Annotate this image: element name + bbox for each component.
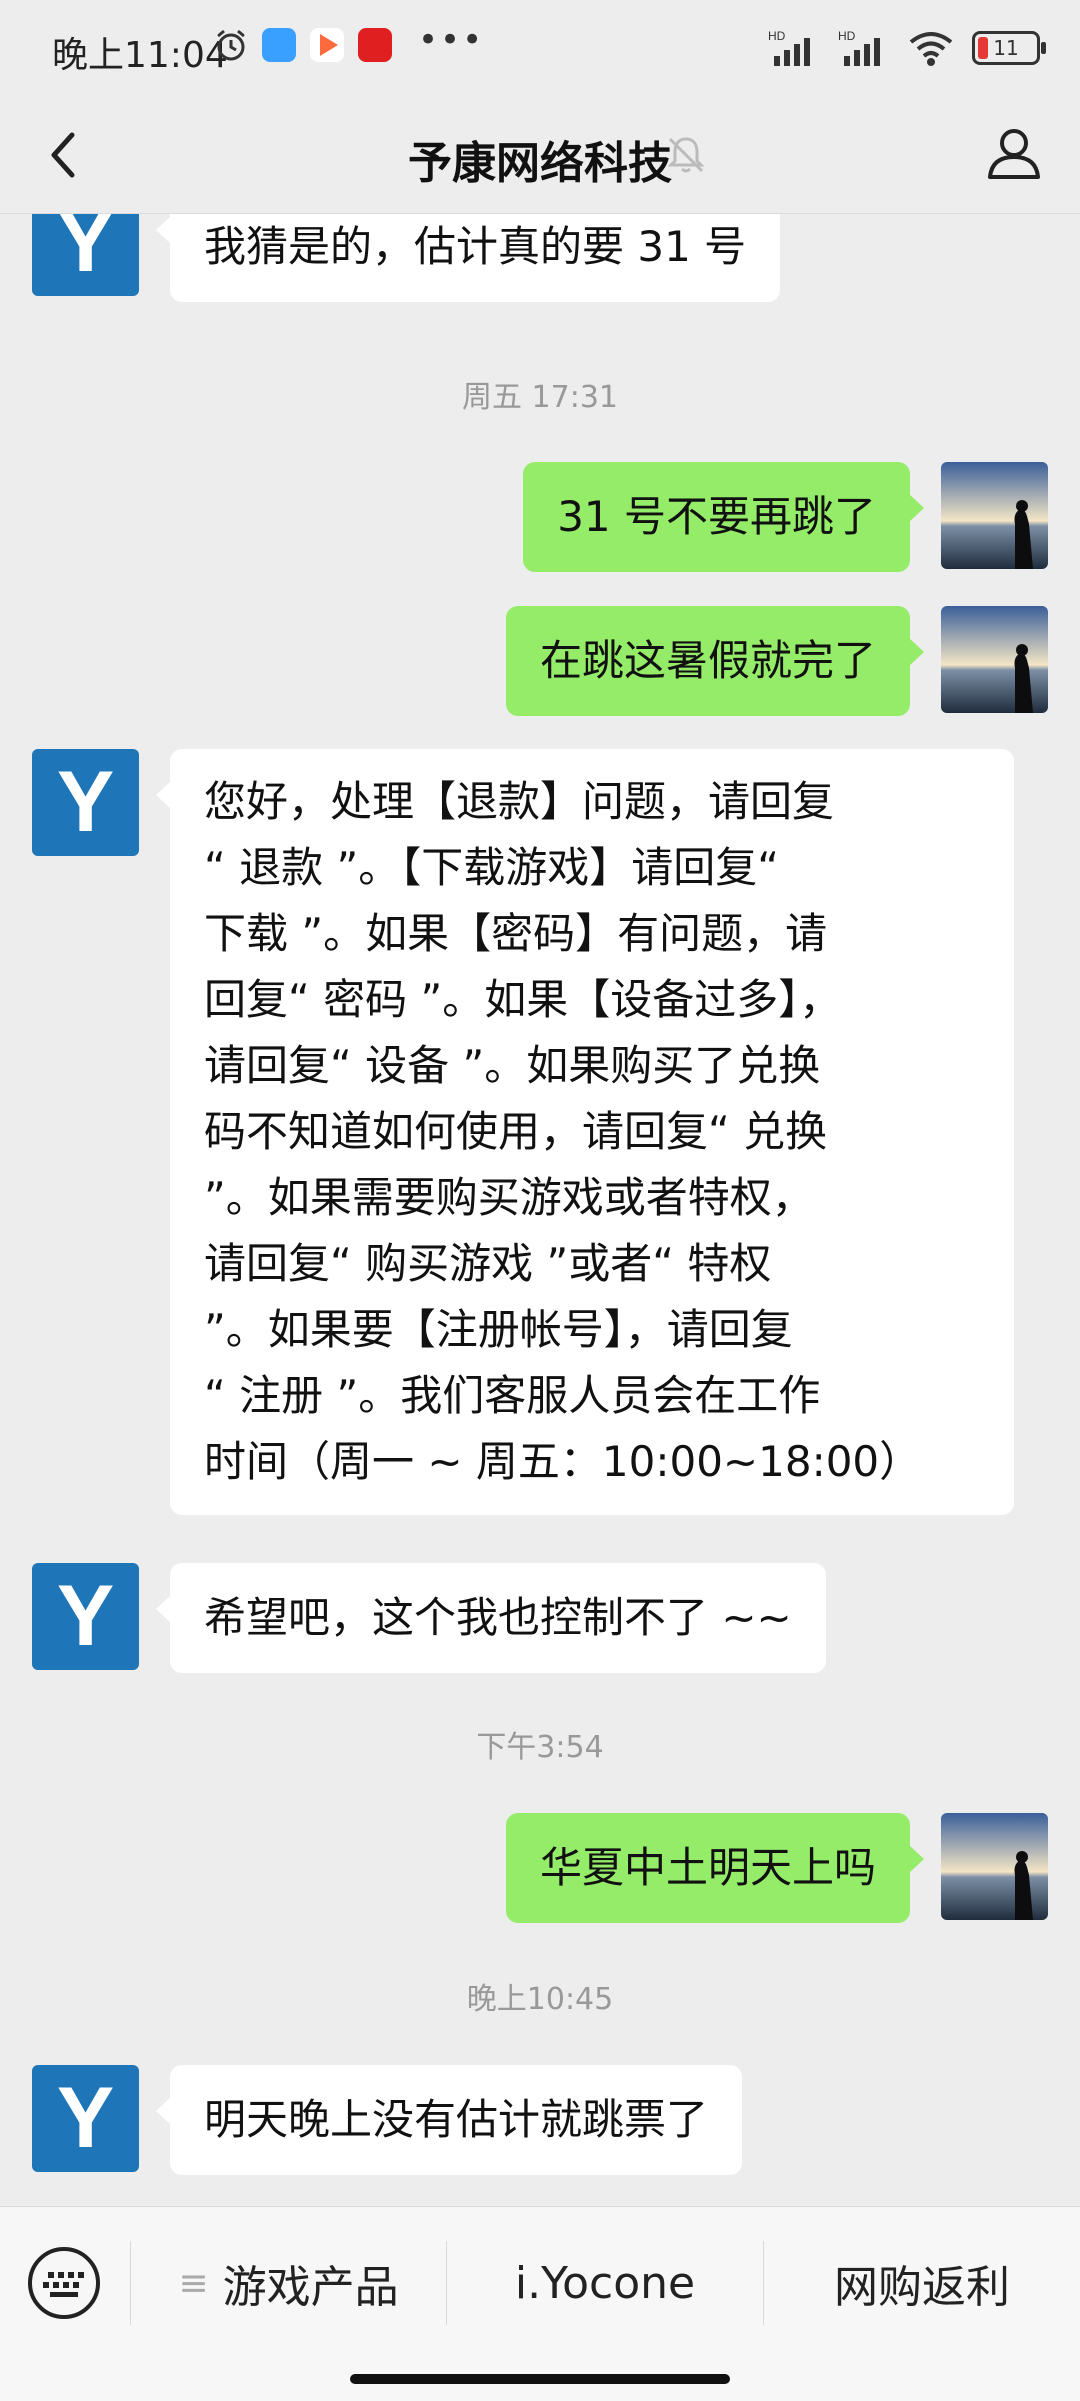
timestamp: 晚上10:45 xyxy=(466,1982,614,2017)
signal-icon-2: HD xyxy=(838,29,880,66)
avatar-letter: Y xyxy=(56,214,115,290)
app-icon-red xyxy=(358,28,392,62)
bottom-menu-bar: ≡ 游戏产品 i.Yocone 网购返利 xyxy=(0,2206,1080,2401)
avatar-letter: Y xyxy=(56,2070,115,2166)
contact-avatar[interactable]: Y xyxy=(32,2065,139,2172)
submenu-icon: ≡ xyxy=(178,2262,209,2304)
chat-header: 予康网络科技 xyxy=(0,95,1080,214)
message-line: 码不知道如何使用，请回复“ 兑换 xyxy=(204,1107,828,1156)
message-line: ”。如果需要购买游戏或者特权， xyxy=(204,1173,814,1222)
svg-text:HD: HD xyxy=(838,29,856,43)
message-bubble-sent[interactable]: 在跳这暑假就完了 xyxy=(505,606,925,716)
timestamp: 下午3:54 xyxy=(476,1730,604,1765)
my-avatar[interactable] xyxy=(941,462,1048,569)
battery-icon: 11 xyxy=(972,31,1046,65)
mute-bell-icon xyxy=(667,137,705,173)
message-line: 您好，处理【退款】问题，请回复 xyxy=(204,777,835,826)
message-line: 时间（周一 ~ 周五：10:00~18:00） xyxy=(204,1437,922,1486)
menu-game-products[interactable]: ≡ 游戏产品 xyxy=(131,2207,446,2359)
status-time: 晚上11:04 xyxy=(52,35,228,76)
avatar-letter: Y xyxy=(56,754,115,850)
message-text: 我猜是的，估计真的要 31 号 xyxy=(204,222,747,271)
timestamp: 周五 17:31 xyxy=(462,380,618,415)
contact-avatar[interactable]: Y xyxy=(32,214,139,296)
menu-label: 游戏产品 xyxy=(222,2262,399,2313)
profile-icon[interactable] xyxy=(984,123,1044,183)
message-text: 华夏中土明天上吗 xyxy=(539,1843,876,1892)
home-indicator[interactable] xyxy=(350,2374,730,2384)
keyboard-toggle-icon[interactable] xyxy=(28,2247,100,2319)
message-text: 31 号不要再跳了 xyxy=(557,492,876,541)
message-line: “ 退款 ”。【下载游戏】请回复“ xyxy=(204,843,779,892)
signal-icon-1: HD xyxy=(768,29,810,66)
message-line: 请回复“ 设备 ”。如果购买了兑换 xyxy=(204,1041,821,1090)
contact-avatar[interactable]: Y xyxy=(32,749,139,856)
message-line: 请回复“ 购买游戏 ”或者“ 特权 xyxy=(204,1239,772,1288)
app-icon-blue xyxy=(262,28,296,62)
app-icon-play xyxy=(310,28,344,62)
alarm-icon xyxy=(217,29,245,61)
message-bubble-received[interactable]: 您好，处理【退款】问题，请回复 “ 退款 ”。【下载游戏】请回复“ 下载 ”。如… xyxy=(156,749,1014,1515)
message-line: 下载 ”。如果【密码】有问题，请 xyxy=(204,909,828,958)
message-text: 希望吧，这个我也控制不了 ~~ xyxy=(204,1593,792,1642)
menu-iyocone[interactable]: i.Yocone xyxy=(447,2207,763,2359)
menu-label: 网购返利 xyxy=(834,2262,1010,2313)
message-bubble-received[interactable]: 希望吧，这个我也控制不了 ~~ xyxy=(156,1563,826,1673)
message-text: 在跳这暑假就完了 xyxy=(539,636,876,685)
contact-avatar[interactable]: Y xyxy=(32,1563,139,1670)
status-right: HD HD 11 xyxy=(768,26,1046,70)
status-bar: 晚上11:04 ••• HD HD 11 xyxy=(0,0,1080,95)
message-line: 回复“ 密码 ”。如果【设备过多】， xyxy=(204,975,842,1024)
menu-label: i.Yocone xyxy=(514,2257,696,2309)
message-bubble-sent[interactable]: 31 号不要再跳了 xyxy=(523,462,924,572)
status-more-dots: ••• xyxy=(418,20,485,60)
chat-title: 予康网络科技 xyxy=(408,138,672,189)
message-line: ”。如果要【注册帐号】，请回复 xyxy=(204,1305,793,1354)
menu-shopping-rebate[interactable]: 网购返利 xyxy=(764,2207,1080,2359)
my-avatar[interactable] xyxy=(941,606,1048,713)
svg-text:HD: HD xyxy=(768,29,786,43)
my-avatar[interactable] xyxy=(941,1813,1048,1920)
battery-level: 11 xyxy=(993,36,1019,60)
message-bubble-received[interactable]: 我猜是的，估计真的要 31 号 xyxy=(155,214,781,302)
wifi-icon xyxy=(909,32,953,66)
message-list[interactable]: Y 我猜是的，估计真的要 31 号 周五 17:31 31 号不要再跳了 在跳这… xyxy=(0,214,1080,2206)
message-bubble-received[interactable]: 明天晚上没有估计就跳票了 xyxy=(155,2065,743,2175)
message-text: 明天晚上没有估计就跳票了 xyxy=(204,2095,709,2144)
message-line: “ 注册 ”。我们客服人员会在工作 xyxy=(204,1371,821,1420)
message-bubble-sent[interactable]: 华夏中土明天上吗 xyxy=(505,1813,925,1923)
avatar-letter: Y xyxy=(56,1568,115,1664)
